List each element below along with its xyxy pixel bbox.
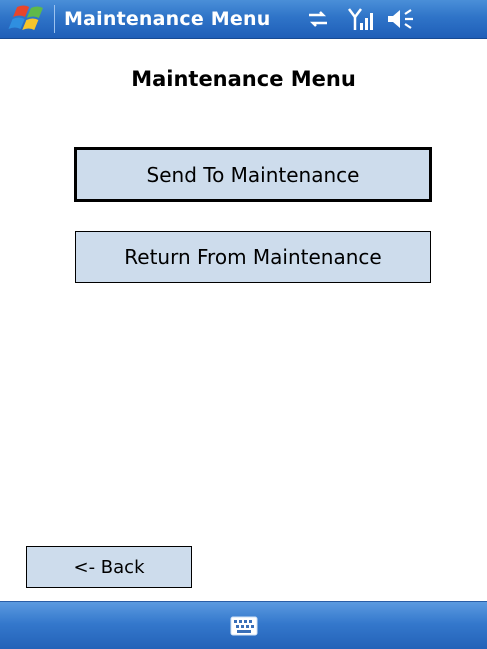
title-divider xyxy=(54,5,55,33)
return-from-maintenance-label: Return From Maintenance xyxy=(124,245,382,269)
send-to-maintenance-label: Send To Maintenance xyxy=(146,162,360,187)
device-screen: Maintenance Menu Maintenance Menu Send T… xyxy=(0,0,487,649)
bottom-menu-bar xyxy=(0,601,487,649)
send-to-maintenance-button[interactable]: Send To Maintenance xyxy=(74,147,432,202)
signal-strength-icon[interactable] xyxy=(347,6,375,32)
windows-start-flag-icon[interactable] xyxy=(6,3,50,35)
back-button[interactable]: <- Back xyxy=(26,546,192,588)
return-from-maintenance-button[interactable]: Return From Maintenance xyxy=(75,231,431,283)
back-label: <- Back xyxy=(73,556,145,578)
keyboard-icon[interactable] xyxy=(230,616,258,636)
speaker-icon[interactable] xyxy=(385,6,415,32)
window-title: Maintenance Menu xyxy=(64,8,271,30)
sync-arrows-icon[interactable] xyxy=(305,6,331,32)
page-title: Maintenance Menu xyxy=(131,67,356,91)
title-bar: Maintenance Menu xyxy=(0,0,487,39)
